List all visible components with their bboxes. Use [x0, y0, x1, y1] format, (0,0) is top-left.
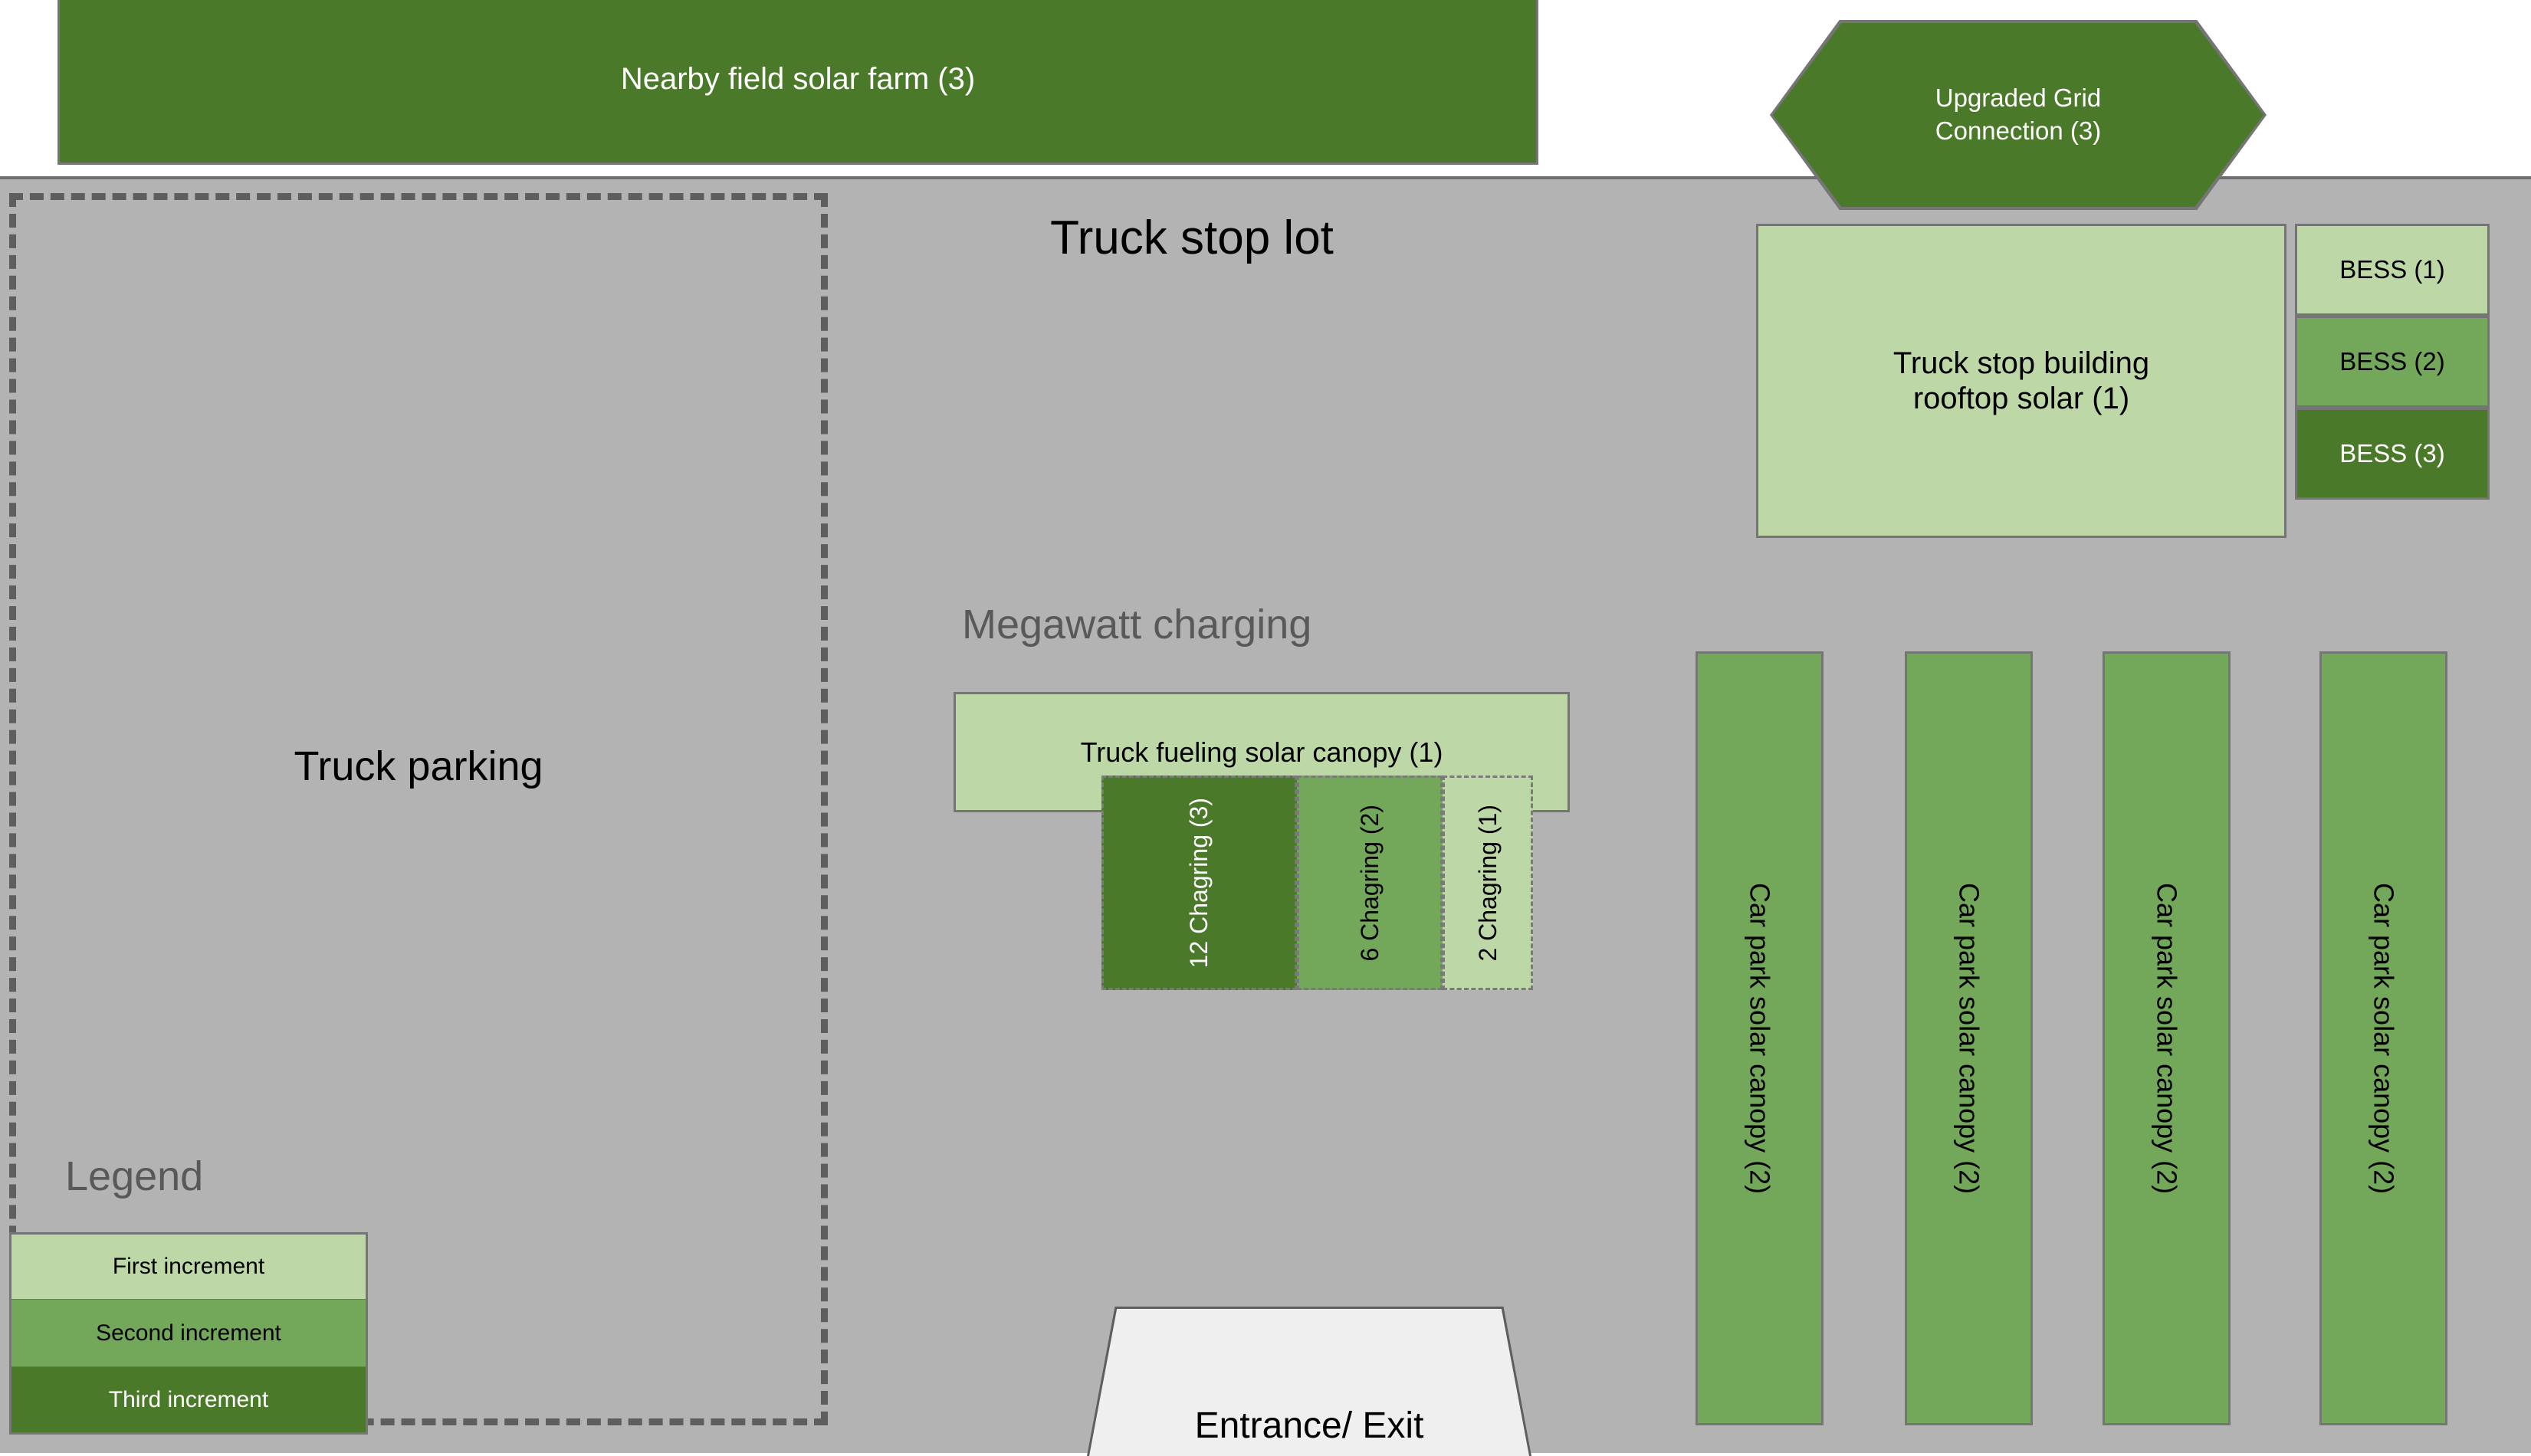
rooftop-solar-line-1: Truck stop building	[1893, 346, 2150, 380]
car-park-solar-canopy-2[interactable]: Car park solar canopy (2)	[1905, 651, 2033, 1425]
legend-item-third-increment: Third increment	[9, 1367, 368, 1435]
megawatt-charging-label: Megawatt charging	[962, 602, 1312, 648]
legend-item-second-increment: Second increment	[9, 1300, 368, 1367]
car-park-canopy-3-label: Car park solar canopy (2)	[2151, 882, 2183, 1195]
charging-block-12-label: 12 Chagring (3)	[1185, 797, 1213, 969]
site-layout-diagram: Nearby field solar farm (3) Upgraded Gri…	[0, 0, 2531, 1456]
page-title: Truck stop lot	[1050, 211, 1334, 264]
charging-block-2[interactable]: 2 Chagring (1)	[1443, 776, 1533, 990]
grid-connection-line-2: Connection (3)	[1935, 116, 2102, 145]
charging-block-2-label: 2 Chagring (1)	[1473, 804, 1502, 962]
upgraded-grid-connection[interactable]: Upgraded Grid Connection (3)	[1773, 23, 2263, 207]
charging-block-12[interactable]: 12 Chagring (3)	[1101, 776, 1297, 990]
car-park-canopy-1-label: Car park solar canopy (2)	[1744, 882, 1776, 1195]
rooftop-solar-line-2: rooftop solar (1)	[1912, 382, 2130, 415]
charging-block-6[interactable]: 6 Chagring (2)	[1297, 776, 1443, 990]
truck-parking-label: Truck parking	[294, 743, 543, 789]
bess-unit-1[interactable]: BESS (1)	[2295, 224, 2490, 316]
car-park-canopy-2-label: Car park solar canopy (2)	[1953, 882, 1985, 1195]
bess-unit-2[interactable]: BESS (2)	[2295, 316, 2490, 408]
car-park-solar-canopy-3[interactable]: Car park solar canopy (2)	[2103, 651, 2231, 1425]
grid-connection-line-1: Upgraded Grid	[1935, 84, 2102, 113]
legend-title: Legend	[65, 1153, 204, 1199]
car-park-solar-canopy-1[interactable]: Car park solar canopy (2)	[1696, 651, 1824, 1425]
truck-stop-building-rooftop-solar[interactable]: Truck stop building rooftop solar (1)	[1756, 224, 2286, 538]
bess-unit-3[interactable]: BESS (3)	[2295, 408, 2490, 500]
car-park-solar-canopy-4[interactable]: Car park solar canopy (2)	[2319, 651, 2447, 1425]
charging-block-6-label: 6 Chagring (2)	[1355, 804, 1384, 962]
car-park-canopy-4-label: Car park solar canopy (2)	[2368, 882, 2400, 1195]
entrance-exit[interactable]: Entrance/ Exit	[1089, 1309, 1529, 1456]
nearby-field-solar-farm[interactable]: Nearby field solar farm (3)	[57, 0, 1538, 165]
legend-item-first-increment: First increment	[9, 1232, 368, 1300]
